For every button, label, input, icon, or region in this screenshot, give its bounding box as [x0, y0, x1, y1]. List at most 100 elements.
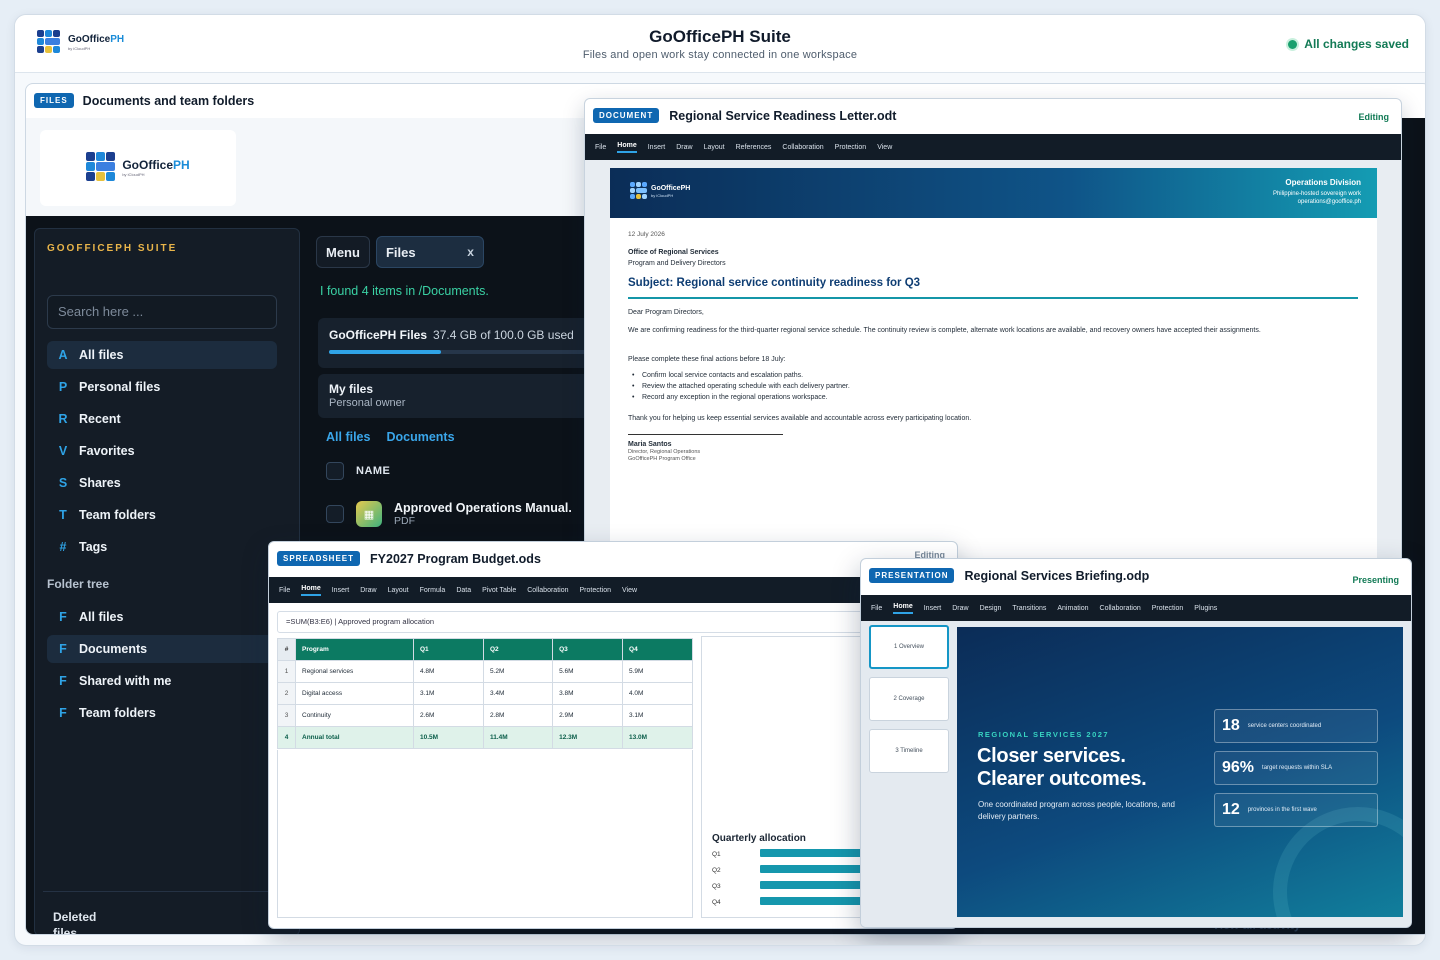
menu-collaboration[interactable]: Collaboration — [782, 144, 823, 151]
row-number[interactable]: 1 — [277, 660, 296, 683]
files-logo-card[interactable]: GoOfficePH by iCloudPH — [40, 130, 236, 206]
menu-animation[interactable]: Animation — [1057, 605, 1088, 612]
grid-cell[interactable]: 3.1M — [413, 682, 484, 705]
presentation-window[interactable]: PRESENTATION Regional Services Briefing.… — [860, 558, 1412, 928]
slide-thumbnail-timeline[interactable]: 3 Timeline — [869, 729, 949, 773]
menu-insert[interactable]: Insert — [924, 605, 942, 612]
grid-cell[interactable]: Regional services — [295, 660, 414, 683]
my-files-card[interactable]: My files Personal owner — [318, 374, 618, 418]
grid-cell[interactable]: 2.6M — [413, 704, 484, 727]
menu-draw[interactable]: Draw — [676, 144, 692, 151]
close-icon[interactable]: x — [467, 245, 474, 259]
sidebar-item-team-folders[interactable]: T Team folders — [47, 501, 277, 529]
menu-draw[interactable]: Draw — [952, 605, 968, 612]
pdf-file-icon: ▦ — [356, 501, 382, 527]
grid-cell[interactable]: Continuity — [295, 704, 414, 727]
subject-rule — [628, 297, 1358, 299]
breadcrumb-all-files[interactable]: All files — [326, 430, 370, 444]
menu-layout[interactable]: Layout — [388, 587, 409, 594]
formula-bar[interactable]: =SUM(B3:E6) | Approved program allocatio… — [277, 611, 877, 633]
menu-home[interactable]: Home — [893, 603, 913, 614]
menu-insert[interactable]: Insert — [648, 144, 666, 151]
grid-cell[interactable]: 12.3M — [552, 726, 624, 749]
tree-item-documents[interactable]: F Documents — [47, 635, 277, 663]
grid-column-header[interactable]: Q3 — [552, 638, 624, 661]
menu-transitions[interactable]: Transitions — [1012, 605, 1046, 612]
select-all-checkbox[interactable] — [326, 462, 344, 480]
grid-cell[interactable]: 5.6M — [552, 660, 624, 683]
breadcrumb-documents[interactable]: Documents — [386, 430, 454, 444]
menu-view[interactable]: View — [877, 144, 892, 151]
menu-protection[interactable]: Protection — [835, 144, 867, 151]
grid-cell[interactable]: 11.4M — [482, 726, 554, 749]
menu-plugins[interactable]: Plugins — [1194, 605, 1217, 612]
grid-cell[interactable]: 2.9M — [552, 704, 624, 727]
grid-cell[interactable]: Annual total — [295, 726, 414, 749]
grid-column-header[interactable]: # — [277, 638, 296, 661]
grid-cell[interactable]: 4.8M — [413, 660, 484, 683]
menu-formula[interactable]: Formula — [420, 587, 446, 594]
document-window[interactable]: DOCUMENT Regional Service Readiness Lett… — [584, 98, 1402, 568]
slide-canvas[interactable]: REGIONAL SERVICES 2027 Closer services. … — [957, 627, 1403, 917]
menu-layout[interactable]: Layout — [704, 144, 725, 151]
grid-cell[interactable]: 4.0M — [622, 682, 693, 705]
grid-cell[interactable]: 3.8M — [552, 682, 624, 705]
sidebar-item-all-files[interactable]: A All files — [47, 341, 277, 369]
row-number[interactable]: 3 — [277, 704, 296, 727]
menu-pivot-table[interactable]: Pivot Table — [482, 587, 516, 594]
menu-references[interactable]: References — [736, 144, 772, 151]
menu-collaboration[interactable]: Collaboration — [527, 587, 568, 594]
spreadsheet-window[interactable]: SPREADSHEET FY2027 Program Budget.ods Ed… — [268, 541, 958, 929]
menu-design[interactable]: Design — [980, 605, 1002, 612]
tab-menu[interactable]: Menu — [316, 236, 370, 268]
menu-draw[interactable]: Draw — [360, 587, 376, 594]
deleted-files-link[interactable]: Deleted files — [53, 909, 113, 934]
stat-number: 96% — [1222, 759, 1255, 776]
grid-cell[interactable]: 3.1M — [622, 704, 693, 727]
grid-cell[interactable]: 10.5M — [413, 726, 484, 749]
grid-cell[interactable]: 2.8M — [482, 704, 554, 727]
file-table-header: NAME — [326, 458, 626, 484]
menu-data[interactable]: Data — [456, 587, 471, 594]
spreadsheet-badge: SPREADSHEET — [277, 551, 361, 566]
grid-cell[interactable]: 5.9M — [622, 660, 693, 683]
menu-collaboration[interactable]: Collaboration — [1100, 605, 1141, 612]
table-row[interactable]: ▦ Approved Operations Manual. PDF — [318, 494, 618, 534]
grid-column-header[interactable]: Q2 — [482, 638, 554, 661]
row-number[interactable]: 2 — [277, 682, 296, 705]
document-page[interactable]: GoOfficePH by iCloudPH Operations Divisi… — [610, 168, 1377, 567]
grid-cell[interactable]: 13.0M — [622, 726, 693, 749]
menu-home[interactable]: Home — [301, 585, 321, 596]
grid-cell[interactable]: 5.2M — [482, 660, 554, 683]
grid-cell[interactable]: 3.4M — [482, 682, 554, 705]
row-checkbox[interactable] — [326, 505, 344, 523]
sidebar-item-favorites[interactable]: V Favorites — [47, 437, 277, 465]
tree-item-shared-with-me[interactable]: F Shared with me — [47, 667, 277, 695]
tree-item-team-folders[interactable]: F Team folders — [47, 699, 277, 727]
grid-empty-area[interactable] — [277, 750, 693, 918]
grid-cell[interactable]: Digital access — [295, 682, 414, 705]
slide-thumbnail-overview[interactable]: 1 Overview — [869, 625, 949, 669]
grid-column-header[interactable]: Q4 — [622, 638, 693, 661]
row-number[interactable]: 4 — [277, 726, 296, 749]
slide-thumbnail-coverage[interactable]: 2 Coverage — [869, 677, 949, 721]
sidebar-item-personal-files[interactable]: P Personal files — [47, 373, 277, 401]
sidebar-item-tags[interactable]: # Tags — [47, 533, 277, 561]
tree-item-all-files[interactable]: F All files — [47, 603, 277, 631]
menu-protection[interactable]: Protection — [579, 587, 611, 594]
menu-view[interactable]: View — [622, 587, 637, 594]
column-name[interactable]: NAME — [356, 465, 390, 477]
slide-headline-line-1: Closer services. — [977, 745, 1126, 767]
tab-files[interactable]: Files x — [375, 236, 484, 268]
sidebar-item-shares[interactable]: S Shares — [47, 469, 277, 497]
search-input[interactable]: Search here ... — [47, 295, 277, 329]
menu-file[interactable]: File — [595, 144, 606, 151]
grid-column-header[interactable]: Q1 — [413, 638, 484, 661]
menu-protection[interactable]: Protection — [1152, 605, 1184, 612]
menu-home[interactable]: Home — [617, 142, 637, 153]
menu-file[interactable]: File — [871, 605, 882, 612]
grid-column-header[interactable]: Program — [295, 638, 414, 661]
menu-file[interactable]: File — [279, 587, 290, 594]
menu-insert[interactable]: Insert — [332, 587, 350, 594]
sidebar-item-recent[interactable]: R Recent — [47, 405, 277, 433]
